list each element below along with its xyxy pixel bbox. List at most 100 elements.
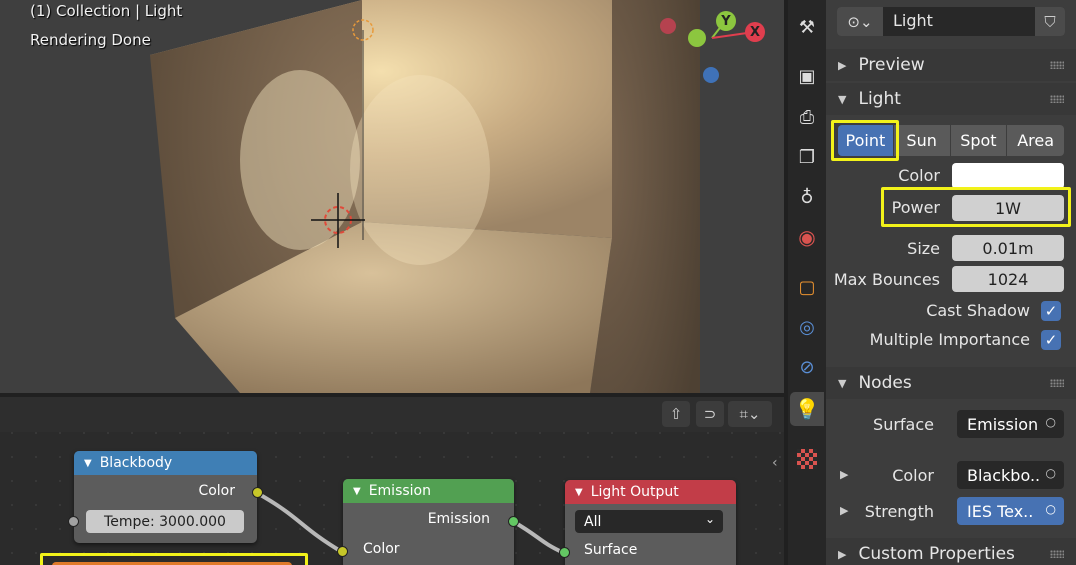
color-label: Color [898,166,940,185]
power-field[interactable]: 1W [952,195,1064,221]
printer-icon: ⎙ [799,106,815,128]
temperature-field[interactable]: Tempe: 3000.000 [86,510,244,533]
max-bounces-label: Max Bounces [833,270,940,289]
checkmark-icon: ✓ [1044,331,1058,349]
light-datablock-name[interactable]: Light [893,11,933,30]
max-bounces-field[interactable]: 1024 [952,266,1064,292]
preview-panel-title: Preview [858,55,925,75]
x-axis-button[interactable]: X [745,22,765,42]
tab-scene[interactable]: ♁ [790,180,824,214]
drag-grip-icon[interactable] [1050,550,1064,558]
nodes-panel-header[interactable]: ▼ Nodes [826,367,1076,399]
emission-node[interactable]: ▼ Emission Emission Color [337,479,519,565]
object-icon: ▢ [798,276,816,298]
checker-icon [797,449,817,469]
tool-icon: ⚒ [798,16,816,38]
strength-label: Strength [864,502,934,521]
tab-output[interactable]: ⎙ [790,100,824,134]
surface-label: Surface [873,415,934,434]
drag-grip-icon[interactable] [1050,379,1064,387]
tab-tool[interactable]: ⚒ [790,10,824,44]
drag-grip-icon[interactable] [1050,95,1064,103]
z-axis-dot[interactable] [703,67,719,83]
temperature-input-socket[interactable] [68,516,79,527]
chevron-right-icon: ▶ [838,58,847,72]
light-type-spot[interactable]: Spot [950,125,1007,156]
chevron-right-icon[interactable]: ▶ [840,504,848,517]
blackbody-color-output-label: Color [198,483,235,499]
socket-dot-icon: ○ [1045,466,1056,480]
multiple-importance-label: Multiple Importance [869,330,1030,349]
viewport-object-label: (1) Collection | Light [30,2,183,20]
strength-input-selector[interactable]: IES Tex.. ○ [957,497,1064,525]
light-type-area[interactable]: Area [1007,125,1064,156]
light-icon: ⊙⌄ [847,12,873,31]
browse-light-button[interactable]: ⊙⌄ [837,7,883,36]
light-color-swatch[interactable] [952,163,1064,189]
socket-dot-icon: ○ [1045,415,1056,429]
multiple-importance-checkbox[interactable]: ✓ [1041,330,1061,350]
tab-render[interactable]: ▣ [790,59,824,93]
light-datablock-selector[interactable]: ⊙⌄ Light ⛉ [837,7,1065,36]
surface-input-socket[interactable] [559,547,570,558]
custom-properties-panel-title: Custom Properties [858,544,1015,564]
light-output-node-header[interactable]: ▼ Light Output [565,480,736,504]
light-output-node-title: Light Output [590,484,679,500]
tab-view-layer[interactable]: ❐ [790,140,824,174]
tab-physics[interactable]: ◎ [790,310,824,344]
color-input-selector[interactable]: Blackbo.. ○ [957,461,1064,489]
sidebar-toggle-arrow[interactable]: ‹ [772,455,778,471]
custom-properties-panel-header[interactable]: ▶ Custom Properties [826,538,1076,565]
chevron-right-icon[interactable]: ▶ [840,468,848,481]
blackbody-node-title: Blackbody [99,455,173,471]
surface-input-label: Surface [584,542,638,558]
tab-texture[interactable] [790,442,824,476]
node-color-label: Color [892,466,934,485]
surface-shader-value: Emission [967,414,1039,434]
chevron-right-icon: ▶ [838,547,847,561]
fake-user-button[interactable]: ⛉ [1035,7,1065,36]
collapse-arrow-icon[interactable]: ▼ [353,486,361,497]
strength-input-value: IES Tex.. [967,501,1034,521]
collapse-arrow-icon[interactable]: ▼ [575,487,583,498]
neg-x-axis-dot[interactable] [660,18,676,34]
emission-node-header[interactable]: ▼ Emission [343,479,514,503]
output-target-value: All [584,513,602,530]
drag-grip-icon[interactable] [1050,61,1064,69]
color-input-value: Blackbo.. [967,465,1041,485]
navigation-gizmo[interactable]: Y X [650,0,770,90]
light-type-sun[interactable]: Sun [893,125,950,156]
light-panel-header[interactable]: ▼ Light [826,83,1076,115]
output-target-dropdown[interactable]: All ⌄ [575,510,723,533]
collapse-arrow-icon[interactable]: ▼ [84,458,92,469]
properties-editor[interactable]: ⊙⌄ Light ⛉ ▶ Preview ▼ Light Point Sun S… [826,0,1076,565]
emission-output-label: Emission [427,511,490,527]
world-icon: ◉ [798,225,816,249]
nodes-panel-title: Nodes [858,373,912,393]
chevron-down-icon: ▼ [838,376,847,390]
size-field[interactable]: 0.01m [952,235,1064,261]
neg-y-axis-dot[interactable] [688,29,706,47]
y-axis-button[interactable]: Y [716,11,736,31]
blackbody-node[interactable]: ▼ Blackbody Color Tempe: 3000.000 [68,451,263,543]
cast-shadow-checkbox[interactable]: ✓ [1041,301,1061,321]
tab-object-data-light[interactable]: 💡 [790,392,824,426]
3d-viewport[interactable]: (1) Collection | Light Rendering Done Y … [0,0,784,393]
power-label: Power [891,198,940,217]
checkmark-icon: ✓ [1044,302,1058,320]
cast-shadow-label: Cast Shadow [926,301,1030,320]
light-output-node[interactable]: ▼ Light Output All ⌄ Surface [559,480,736,565]
shader-node-editor[interactable]: ⇧ ⊃ ⌗⌄ ‹ ▼ Blackbody Color Tempe: 3000.0… [0,397,784,565]
render-status-text: Rendering Done [30,31,151,49]
emission-output-socket[interactable] [508,516,519,527]
preview-panel-header[interactable]: ▶ Preview [826,49,1076,81]
surface-shader-selector[interactable]: Emission ○ [957,410,1064,438]
emission-color-input-socket[interactable] [337,546,348,557]
properties-tab-strip: ⚒ ▣ ⎙ ❐ ♁ ◉ ▢ ◎ ⊘ 💡 [788,0,826,565]
light-panel-title: Light [858,89,901,109]
blackbody-color-output-socket[interactable] [252,487,263,498]
blackbody-node-header[interactable]: ▼ Blackbody [74,451,257,475]
tab-world[interactable]: ◉ [790,220,824,254]
tab-constraints[interactable]: ⊘ [790,350,824,384]
tab-object[interactable]: ▢ [790,270,824,304]
